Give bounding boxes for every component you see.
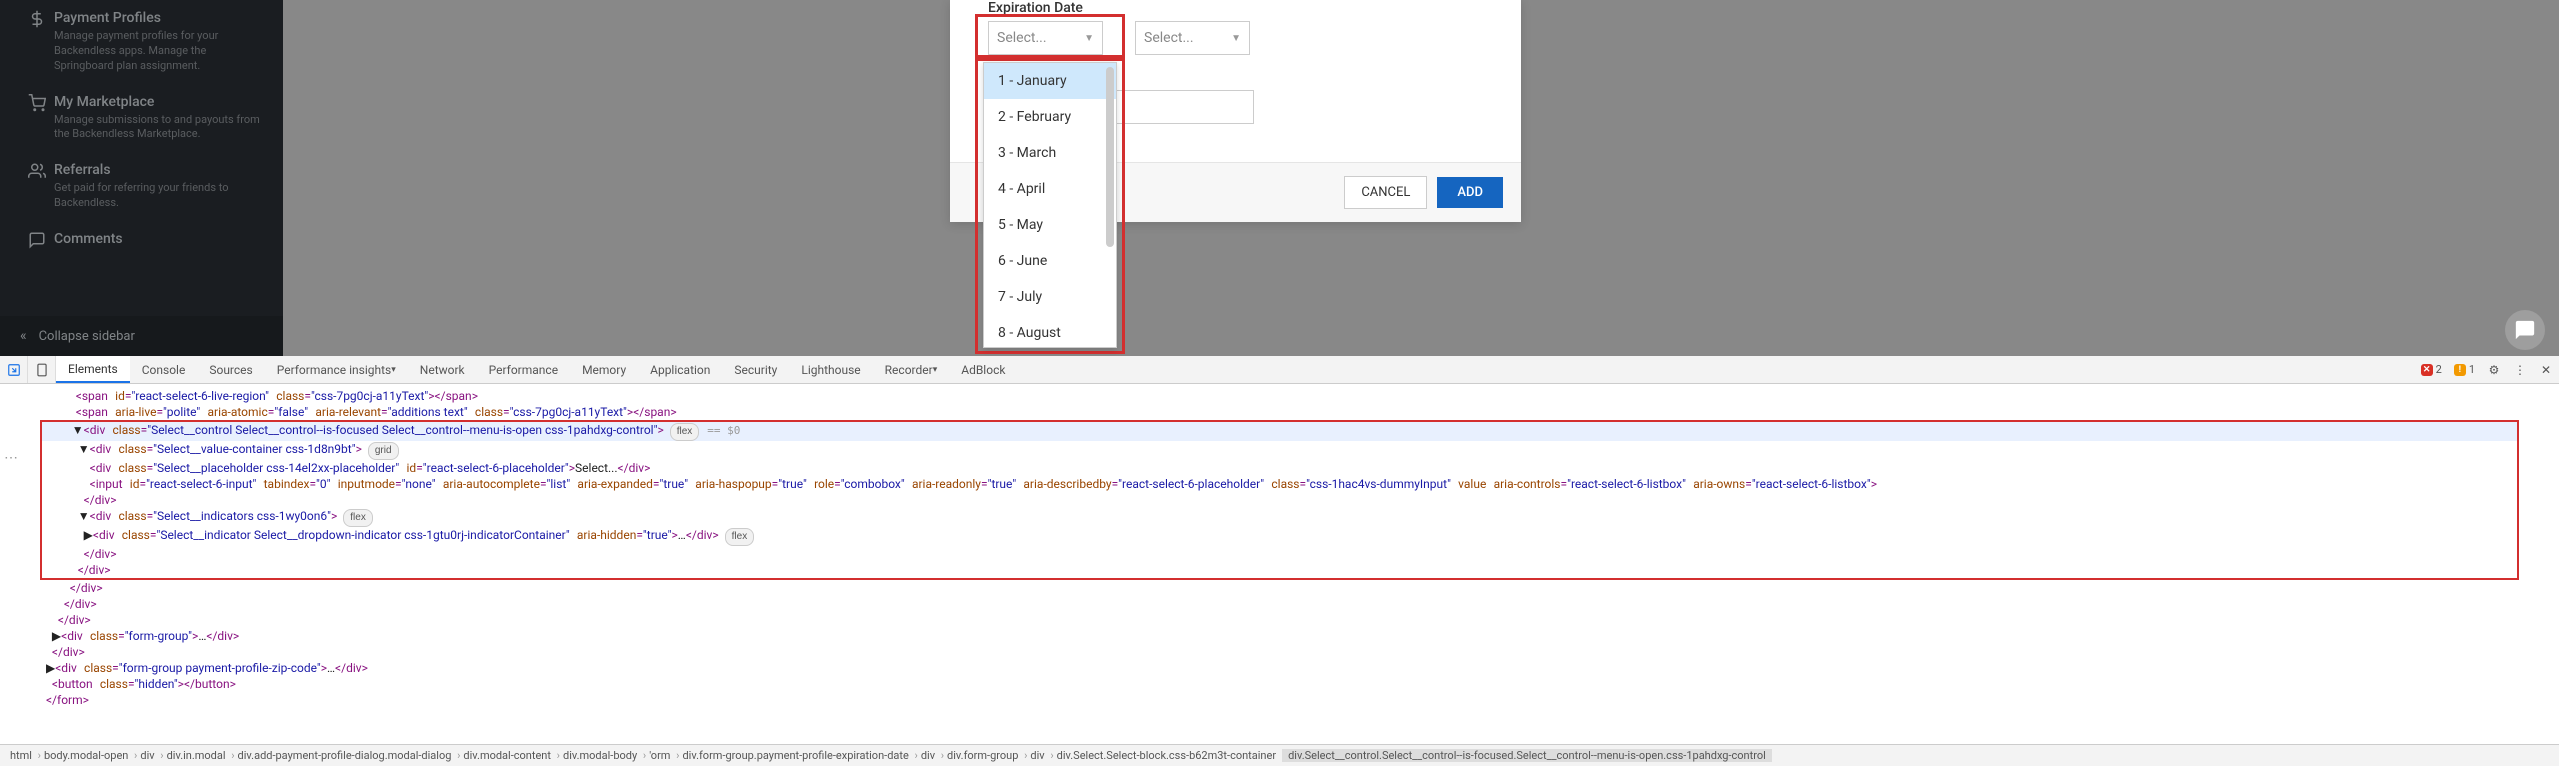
code-line[interactable]: <div class="Select__placeholder css-14el… [42,460,2517,476]
breadcrumb-item[interactable]: div.modal-content [457,749,557,762]
tab-elements[interactable]: Elements [56,356,130,383]
tab-adblock[interactable]: AdBlock [949,356,1017,383]
scrollbar[interactable] [1106,67,1114,247]
breadcrumb-item[interactable]: div.add-payment-profile-dialog.modal-dia… [232,749,458,762]
sidebar-title: Comments [54,231,265,247]
sidebar-desc: Manage payment profiles for your Backend… [54,29,265,74]
warning-count-badge[interactable]: !1 [2448,356,2481,383]
collapse-label: Collapse sidebar [39,329,135,344]
dom-breadcrumb: htmlbody.modal-opendivdiv.in.modaldiv.ad… [0,744,2559,766]
gear-icon[interactable]: ⚙ [2481,356,2507,383]
sidebar-desc: Manage submissions to and payouts from t… [54,113,265,143]
app-viewport: Payment Profiles Manage payment profiles… [0,0,2559,356]
code-line[interactable]: ▼<div class="Select__value-container css… [42,441,2517,460]
dropdown-option[interactable]: 6 - June [984,243,1116,279]
code-line[interactable]: <button class="hidden"></button> [40,676,2559,692]
code-line[interactable]: </div> [42,546,2517,562]
dropdown-option[interactable]: 5 - May [984,207,1116,243]
device-toolbar-icon[interactable] [28,356,56,383]
sidebar-title: Referrals [54,162,265,178]
sidebar-item-marketplace[interactable]: My Marketplace Manage submissions to and… [0,84,283,153]
dropdown-option[interactable]: 1 - January [984,63,1116,99]
tab-application[interactable]: Application [638,356,722,383]
dropdown-option[interactable]: 8 - August [984,315,1116,348]
code-line[interactable]: </form> [40,692,2559,708]
sidebar-title: My Marketplace [54,94,265,110]
code-line[interactable]: <span aria-live="polite" aria-atomic="fa… [40,404,2559,420]
month-dropdown-menu: 1 - January 2 - February 3 - March 4 - A… [983,62,1117,348]
sidebar-item-referrals[interactable]: Referrals Get paid for referring your fr… [0,152,283,221]
code-line[interactable]: </div> [40,644,2559,660]
ellipsis-icon[interactable]: ⋯ [4,450,18,466]
code-line[interactable]: ▶<div class="form-group payment-profile-… [40,660,2559,676]
code-line[interactable]: ▼<div class="Select__indicators css-1wy0… [42,508,2517,527]
code-line[interactable]: ▼<div class="Select__control Select__con… [42,422,2517,441]
code-line[interactable]: </div> [40,596,2559,612]
tab-performance-insights[interactable]: Performance insights [265,356,408,383]
code-line[interactable]: <input id="react-select-6-input" tabinde… [42,476,2517,492]
chevron-down-icon: ▼ [1231,33,1241,44]
tab-sources[interactable]: Sources [197,356,264,383]
elements-tree[interactable]: ⋯ <span id="react-select-6-live-region" … [0,384,2559,744]
code-line[interactable]: ▶<div class="Select__indicator Select__d… [42,527,2517,546]
sidebar-item-comments[interactable]: Comments [0,221,283,257]
breadcrumb-item[interactable]: html [4,749,38,762]
code-line[interactable]: </div> [42,492,2517,508]
close-icon[interactable]: ✕ [2533,356,2559,383]
code-line[interactable]: </div> [42,562,2517,578]
select-placeholder: Select... [1144,30,1194,46]
chat-bubble-icon[interactable] [2505,310,2545,350]
tab-recorder[interactable]: Recorder [873,356,950,383]
breadcrumb-item[interactable]: 'orm [643,749,676,762]
inspect-element-icon[interactable] [0,356,28,383]
breadcrumb-item[interactable]: div.modal-body [557,749,643,762]
kebab-menu-icon[interactable]: ⋮ [2507,356,2533,383]
breadcrumb-item[interactable]: div.in.modal [161,749,232,762]
sidebar-desc: Get paid for referring your friends to B… [54,181,265,211]
expiration-month-select[interactable]: Select... ▼ [988,21,1103,55]
collapse-sidebar-button[interactable]: « Collapse sidebar [0,316,283,356]
chevron-down-icon: ▼ [1084,33,1094,44]
code-line[interactable]: <span id="react-select-6-live-region" cl… [40,388,2559,404]
tab-memory[interactable]: Memory [570,356,638,383]
breadcrumb-item[interactable]: div [915,749,941,762]
code-line[interactable]: </div> [40,580,2559,596]
devtools-panel: Elements Console Sources Performance ins… [0,356,2559,766]
select-placeholder: Select... [997,30,1047,46]
sidebar: Payment Profiles Manage payment profiles… [0,0,283,356]
cancel-button[interactable]: CANCEL [1344,176,1427,209]
breadcrumb-item[interactable]: div.Select.Select-block.css-b62m3t-conta… [1051,749,1282,762]
dropdown-option[interactable]: 4 - April [984,171,1116,207]
expiration-year-select[interactable]: Select... ▼ [1135,21,1250,55]
tab-lighthouse[interactable]: Lighthouse [789,356,872,383]
breadcrumb-item[interactable]: div [1024,749,1050,762]
dollar-icon [20,10,54,36]
breadcrumb-item[interactable]: div.form-group [941,749,1024,762]
dropdown-option[interactable]: 7 - July [984,279,1116,315]
tab-security[interactable]: Security [722,356,789,383]
breadcrumb-item[interactable]: div [134,749,160,762]
comment-icon [20,231,54,257]
expiration-date-label: Expiration Date [988,0,1083,16]
error-count-badge[interactable]: ✕2 [2415,356,2448,383]
sidebar-item-payment-profiles[interactable]: Payment Profiles Manage payment profiles… [0,0,283,84]
breadcrumb-item[interactable]: body.modal-open [38,749,134,762]
tab-performance[interactable]: Performance [477,356,570,383]
tab-console[interactable]: Console [130,356,198,383]
dropdown-option[interactable]: 2 - February [984,99,1116,135]
code-line[interactable]: ▶<div class="form-group">…</div> [40,628,2559,644]
breadcrumb-item[interactable]: div.Select__control.Select__control--is-… [1282,749,1772,762]
dropdown-option[interactable]: 3 - March [984,135,1116,171]
chevron-left-icon: « [20,328,27,344]
add-button[interactable]: ADD [1437,177,1503,208]
cart-icon [20,94,54,120]
devtools-tabs: Elements Console Sources Performance ins… [0,356,2559,384]
users-icon [20,162,54,188]
code-line[interactable]: </div> [40,612,2559,628]
breadcrumb-item[interactable]: div.form-group.payment-profile-expiratio… [676,749,914,762]
sidebar-title: Payment Profiles [54,10,265,26]
tab-network[interactable]: Network [408,356,477,383]
